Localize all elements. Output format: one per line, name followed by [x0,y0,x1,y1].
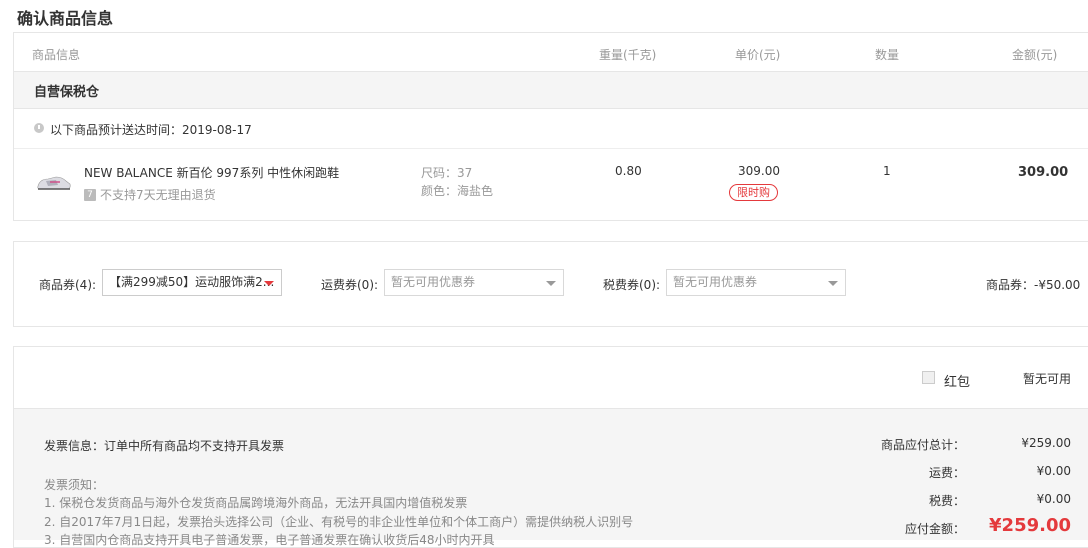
warehouse-name: 自营保税仓 [34,85,100,100]
product-size: 尺码：37 [421,166,473,180]
header-unit-price: 单价(元) [735,48,781,62]
chevron-down-icon [828,281,838,286]
return-note: 不支持7天无理由退货 [100,188,216,202]
return-policy: 7 不支持7天无理由退货 [84,186,216,203]
limited-time-badge: 限时购 [729,184,778,201]
invoice-notice-3: 3. 自营国内仓商品支持开具电子普通发票，电子普通发票在确认收货后48小时内开具 [44,533,495,547]
invoice-info: 发票信息：订单中所有商品均不支持开具发票 [44,439,285,453]
goods-coupon-value: 【满299减50】运动服饰满2... [109,275,275,289]
product-color: 颜色：海盐色 [421,184,494,198]
product-unit-price: 309.00 [738,164,780,178]
product-name[interactable]: NEW BALANCE 新百伦 997系列 中性休闲跑鞋 [84,164,339,181]
product-thumbnail[interactable] [36,171,72,193]
tax-label: 税费： [928,494,965,508]
shipping-coupon-label: 运费券(0): [321,278,379,292]
product-quantity: 1 [883,164,891,178]
goods-total-label: 商品应付总计： [880,438,965,452]
shipping-coupon-value: 暂无可用优惠券 [391,275,476,289]
payable-amount: ¥259.00 [989,515,1071,536]
payable-label: 应付金额： [904,522,965,536]
red-packet-status: 暂无可用 [1023,372,1072,386]
chevron-down-icon [264,281,274,286]
invoice-notice-2: 2. 自2017年7月1日起，发票抬头选择公司（企业、有税号的非企业性单位和个体… [44,515,634,529]
goods-total-value: ¥259.00 [1021,436,1071,450]
header-amount: 金额(元) [1012,48,1058,62]
red-packet-label: 红包 [944,375,971,390]
header-product-info: 商品信息 [32,48,81,62]
page-title: 确认商品信息 [17,9,114,28]
product-weight: 0.80 [615,164,642,178]
invoice-notice-title: 发票须知： [44,478,105,492]
goods-coupon-label: 商品券(4): [39,278,97,292]
invoice-notice-1: 1. 保税仓发货商品与海外仓发货商品属跨境海外商品，无法开具国内增值税发票 [44,496,468,510]
divider [14,148,1088,149]
delivery-time: 以下商品预计送达时间：2019-08-17 [50,123,252,137]
tax-coupon-select[interactable]: 暂无可用优惠券 [666,269,846,296]
tax-value: ¥0.00 [1036,492,1071,506]
shipping-coupon-select[interactable]: 暂无可用优惠券 [384,269,564,296]
chevron-down-icon [546,281,556,286]
header-weight: 重量(千克) [599,48,657,62]
shipping-value: ¥0.00 [1036,464,1071,478]
tax-coupon-label: 税费券(0): [603,278,661,292]
shipping-label: 运费： [928,466,965,480]
header-quantity: 数量 [875,48,900,62]
coupon-discount-summary: 商品券：-¥50.00 [986,278,1081,292]
tax-coupon-value: 暂无可用优惠券 [673,275,758,289]
clock-icon [34,123,44,133]
product-amount: 309.00 [1018,165,1069,180]
red-packet-checkbox[interactable] [922,371,935,384]
warehouse-band [14,71,1088,109]
goods-coupon-select[interactable]: 【满299减50】运动服饰满2... [102,269,282,296]
info-tag-icon: 7 [84,188,96,201]
